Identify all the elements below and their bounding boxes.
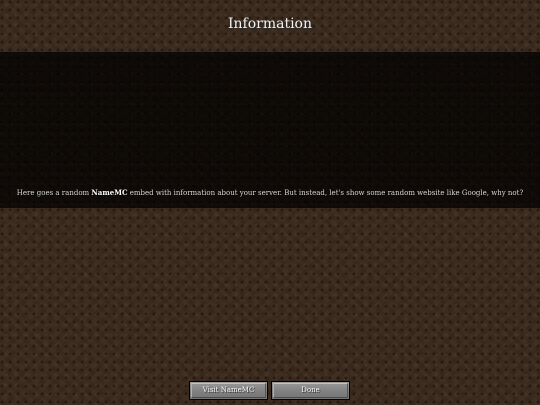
screen-title: Information xyxy=(227,16,313,32)
message-text-after: embed with information about your server… xyxy=(127,189,524,197)
information-panel xyxy=(0,52,540,208)
visit-namemc-button[interactable]: Visit NameMC xyxy=(189,381,268,400)
information-message: Here goes a random NameMC embed with inf… xyxy=(0,188,540,198)
done-button[interactable]: Done xyxy=(271,381,350,400)
bottom-button-row: Visit NameMC Done xyxy=(189,381,351,401)
namemc-highlight: NameMC xyxy=(91,188,128,197)
message-text-before: Here goes a random xyxy=(16,189,92,197)
